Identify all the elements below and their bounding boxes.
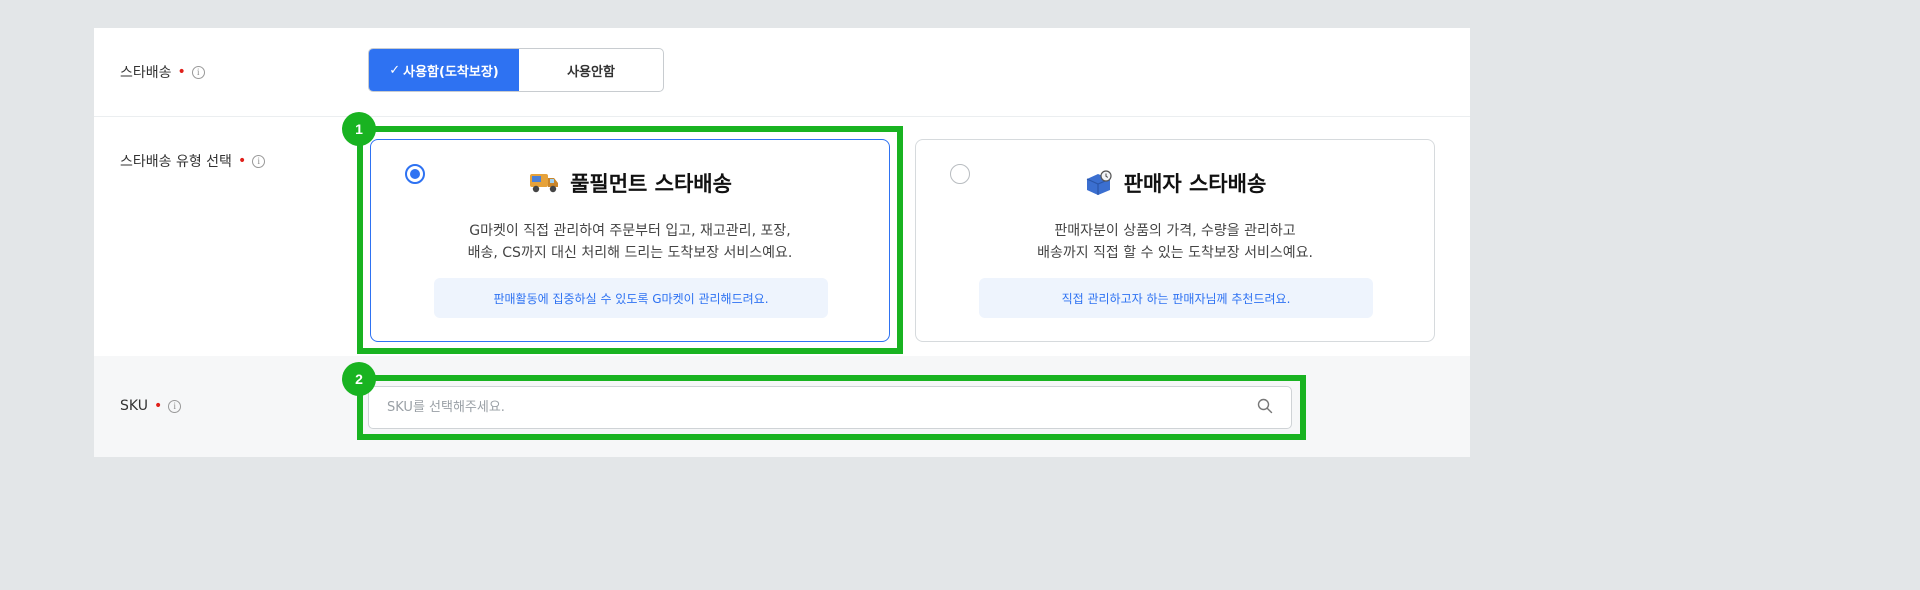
seller-desc-line1: 판매자분이 상품의 가격, 수량을 관리하고 [1054, 223, 1296, 239]
fulfillment-desc-line2: 배송, CS까지 대신 처리해 드리는 도착보장 서비스예요. [467, 245, 793, 261]
required-mark: • [177, 64, 186, 80]
star-delivery-label: 스타배송 [120, 65, 172, 81]
seller-title-row: 판매자 스타배송 [916, 168, 1434, 198]
not-use-option-button[interactable]: 사용안함 [519, 49, 663, 91]
sku-search-box [368, 386, 1292, 429]
fulfillment-description: G마켓이 직접 관리하여 주문부터 입고, 재고관리, 포장, 배송, CS까지… [371, 220, 889, 264]
required-mark: • [153, 398, 163, 414]
star-delivery-toggle: ✓ 사용함(도착보장) 사용안함 [368, 48, 664, 92]
sku-label-row: SKU • i [120, 398, 182, 414]
search-icon[interactable] [1257, 398, 1273, 418]
sku-label: SKU [120, 398, 148, 414]
seller-tip: 직접 관리하고자 하는 판매자님께 추천드려요. [979, 278, 1373, 318]
info-icon[interactable]: i [252, 154, 266, 168]
package-box-icon [1084, 170, 1114, 196]
seller-desc-line2: 배송까지 직접 할 수 있는 도착보장 서비스예요. [1037, 245, 1313, 261]
fulfillment-delivery-card[interactable]: 풀필먼트 스타배송 G마켓이 직접 관리하여 주문부터 입고, 재고관리, 포장… [370, 139, 890, 342]
sku-search-input[interactable] [387, 400, 1187, 415]
fulfillment-title-row: 풀필먼트 스타배송 [371, 168, 889, 198]
use-option-button[interactable]: ✓ 사용함(도착보장) [369, 49, 519, 91]
use-option-label: 사용함(도착보장) [403, 64, 499, 80]
seller-title: 판매자 스타배송 [1123, 172, 1267, 196]
delivery-truck-icon [528, 170, 560, 196]
row-divider [94, 116, 1470, 117]
star-delivery-label-row: 스타배송 • i [120, 62, 205, 82]
seller-delivery-card[interactable]: 판매자 스타배송 판매자분이 상품의 가격, 수량을 관리하고 배송까지 직접 … [915, 139, 1435, 342]
check-icon: ✓ [389, 62, 401, 78]
delivery-type-label: 스타배송 유형 선택 [120, 154, 232, 170]
info-icon[interactable]: i [168, 399, 182, 413]
fulfillment-tip: 판매활동에 집중하실 수 있도록 G마켓이 관리해드려요. [434, 278, 828, 318]
required-mark: • [237, 153, 247, 169]
not-use-option-label: 사용안함 [567, 64, 615, 80]
fulfillment-desc-line1: G마켓이 직접 관리하여 주문부터 입고, 재고관리, 포장, [469, 223, 791, 239]
highlight-badge-2: 2 [342, 362, 376, 396]
info-icon[interactable]: i [191, 65, 205, 79]
seller-description: 판매자분이 상품의 가격, 수량을 관리하고 배송까지 직접 할 수 있는 도착… [916, 220, 1434, 264]
delivery-type-label-row: 스타배송 유형 선택 • i [120, 151, 266, 171]
highlight-badge-1: 1 [342, 112, 376, 146]
fulfillment-title: 풀필먼트 스타배송 [570, 172, 732, 196]
